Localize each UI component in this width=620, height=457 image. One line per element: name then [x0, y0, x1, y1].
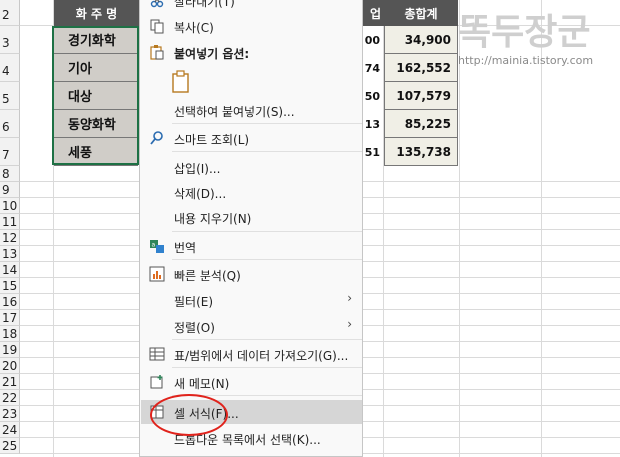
menu-separator: [172, 123, 362, 124]
menu-item-label: 드롭다운 목록에서 선택(K)...: [174, 433, 321, 447]
cell-company-name[interactable]: 경기화학: [54, 26, 138, 54]
row-header[interactable]: 20: [0, 358, 20, 374]
menu-separator: [172, 367, 362, 368]
row-header[interactable]: 5: [0, 82, 20, 110]
paste-option-button[interactable]: [168, 68, 194, 96]
cell-total[interactable]: 107,579: [384, 82, 458, 110]
row-header[interactable]: 18: [0, 326, 20, 342]
menu-item-cut[interactable]: 잘라내기(T): [141, 0, 362, 12]
cell-company-name[interactable]: 대상: [54, 82, 138, 110]
menu-item-label: 삽입(I)...: [174, 162, 221, 176]
menu-item-filter[interactable]: 필터(E) ›: [141, 288, 362, 312]
header-cell-name[interactable]: 화 주 명: [54, 0, 139, 26]
row-header[interactable]: 19: [0, 342, 20, 358]
chevron-right-icon: ›: [347, 291, 352, 305]
note-icon: [149, 374, 165, 390]
row-header[interactable]: 9: [0, 182, 20, 198]
paste-clipboard-icon: [171, 70, 191, 97]
menu-item-label: 번역: [174, 241, 197, 255]
translate-icon: a: [149, 238, 165, 254]
row-header[interactable]: 10: [0, 198, 20, 214]
menu-item-sort[interactable]: 정렬(O) ›: [141, 314, 362, 338]
row-header[interactable]: 6: [0, 110, 20, 138]
scissors-icon: [149, 0, 165, 8]
row-header[interactable]: 13: [0, 246, 20, 262]
menu-item-copy[interactable]: 복사(C): [141, 14, 362, 38]
row-header[interactable]: 21: [0, 374, 20, 390]
menu-separator: [172, 151, 362, 152]
copy-icon: [149, 18, 165, 34]
cell-company-name[interactable]: 동양화학: [54, 110, 138, 138]
menu-item-paste-special[interactable]: 선택하여 붙여넣기(S)...: [141, 98, 362, 122]
cell-total[interactable]: 85,225: [384, 110, 458, 138]
row-header[interactable]: 3: [0, 26, 20, 54]
menu-item-label: 내용 지우기(N): [174, 212, 252, 226]
menu-item-label: 선택하여 붙여넣기(S)...: [174, 105, 295, 119]
table-icon: [149, 346, 165, 362]
svg-text:a: a: [152, 242, 156, 249]
menu-item-label: 셀 서식(F)...: [174, 407, 239, 421]
row-header[interactable]: 16: [0, 294, 20, 310]
menu-item-label: 새 메모(N): [174, 377, 230, 391]
menu-item-label: 표/범위에서 데이터 가져오기(G)...: [174, 349, 349, 363]
paste-options-heading: 붙여넣기 옵션:: [141, 40, 362, 64]
menu-item-label: 잘라내기(T): [174, 0, 235, 9]
format-cells-icon: [149, 404, 165, 420]
menu-item-label: 붙여넣기 옵션:: [174, 47, 250, 61]
menu-separator: [172, 395, 362, 396]
row-header[interactable]: 25: [0, 438, 20, 454]
row-header[interactable]: 12: [0, 230, 20, 246]
cell-total[interactable]: 162,552: [384, 54, 458, 82]
menu-item-get-data[interactable]: 표/범위에서 데이터 가져오기(G)...: [141, 342, 362, 366]
menu-item-label: 정렬(O): [174, 321, 215, 335]
quick-analysis-icon: [149, 266, 165, 282]
header-cell-total[interactable]: 총합계: [384, 0, 458, 26]
menu-separator: [172, 339, 362, 340]
cell-company-name[interactable]: 기아: [54, 54, 138, 82]
menu-item-label: 삭제(D)...: [174, 187, 227, 201]
clipboard-icon: [149, 44, 165, 60]
row-header[interactable]: 17: [0, 310, 20, 326]
menu-item-translate[interactable]: a 번역: [141, 234, 362, 258]
watermark-title: 똑두장군: [458, 12, 591, 53]
search-icon: [149, 130, 165, 146]
row-header[interactable]: 22: [0, 390, 20, 406]
menu-item-pick-from-list[interactable]: 드롭다운 목록에서 선택(K)...: [141, 426, 362, 450]
menu-item-smart-lookup[interactable]: 스마트 조회(L): [141, 126, 362, 150]
menu-item-label: 복사(C): [174, 21, 214, 35]
menu-item-label: 빠른 분석(Q): [174, 269, 241, 283]
menu-item-quick-analysis[interactable]: 빠른 분석(Q): [141, 262, 362, 286]
row-header[interactable]: 15: [0, 278, 20, 294]
row-header[interactable]: 8: [0, 166, 20, 182]
cell-total[interactable]: 135,738: [384, 138, 458, 166]
menu-item-label: 스마트 조회(L): [174, 133, 250, 147]
row-header[interactable]: 11: [0, 214, 20, 230]
cell-company-name[interactable]: 세풍: [54, 138, 138, 166]
context-menu: 잘라내기(T) 복사(C) 붙여넣기 옵션: 선택하여 붙여넣기(S)... 스…: [139, 0, 363, 457]
menu-separator: [172, 259, 362, 260]
watermark-url: http://mainia.tistory.com: [458, 54, 594, 67]
cell-total[interactable]: 34,900: [384, 26, 458, 54]
menu-separator: [172, 231, 362, 232]
row-header[interactable]: 24: [0, 422, 20, 438]
menu-item-label: 필터(E): [174, 295, 214, 309]
row-header[interactable]: 2: [0, 0, 20, 26]
menu-item-new-note[interactable]: 새 메모(N): [141, 370, 362, 394]
menu-item-clear-contents[interactable]: 내용 지우기(N): [141, 205, 362, 229]
menu-item-format-cells[interactable]: 셀 서식(F)...: [141, 400, 362, 424]
row-header[interactable]: 7: [0, 138, 20, 166]
row-header[interactable]: 23: [0, 406, 20, 422]
row-header[interactable]: 14: [0, 262, 20, 278]
chevron-right-icon: ›: [347, 317, 352, 331]
row-header[interactable]: 4: [0, 54, 20, 82]
menu-item-delete[interactable]: 삭제(D)...: [141, 180, 362, 204]
menu-item-insert[interactable]: 삽입(I)...: [141, 155, 362, 179]
